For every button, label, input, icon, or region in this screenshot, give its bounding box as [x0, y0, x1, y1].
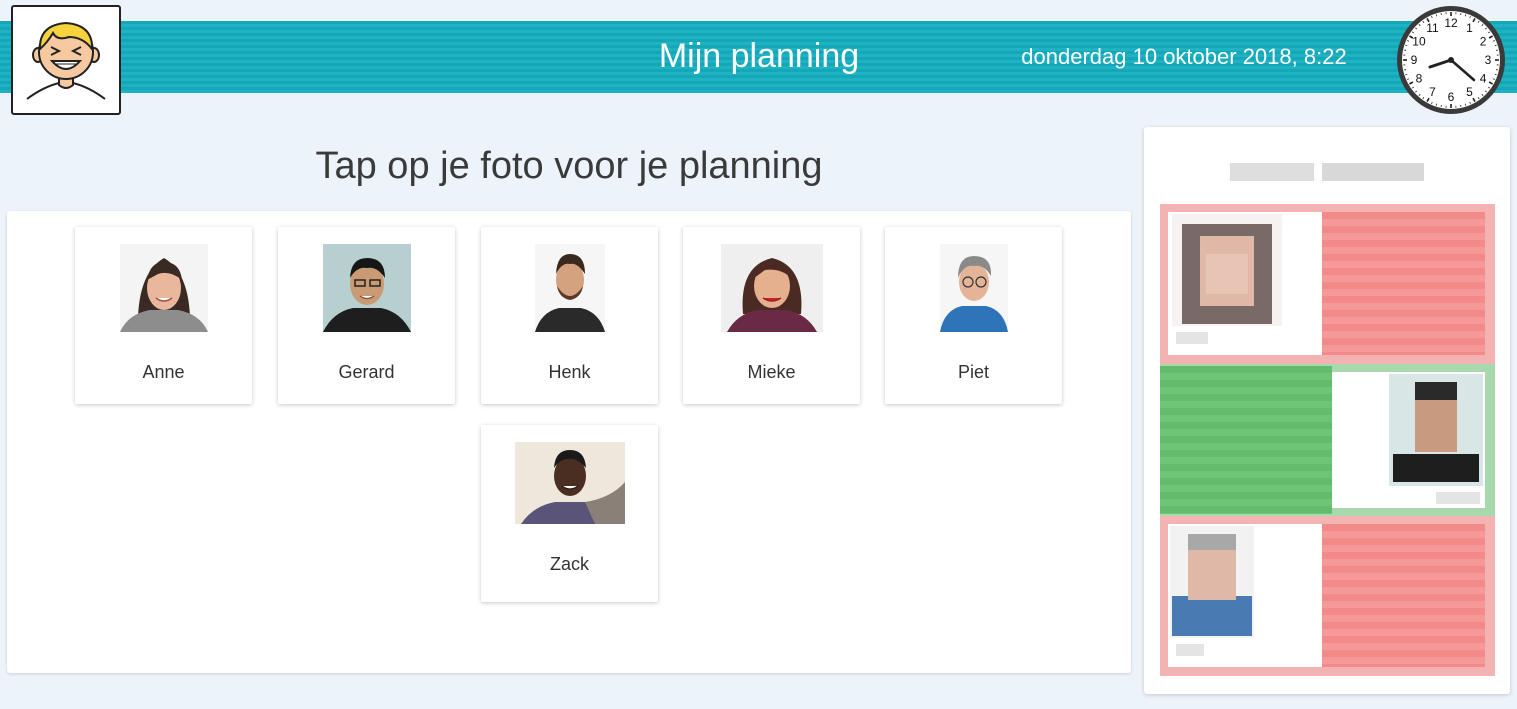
status-indicator-red [1322, 212, 1485, 355]
person-photo [514, 442, 625, 524]
status-row[interactable] [1160, 516, 1495, 676]
person-name: Anne [142, 362, 185, 382]
clock-number: 2 [1480, 35, 1487, 49]
clock-number: 7 [1429, 85, 1436, 99]
status-row-photo-cell [1168, 524, 1322, 667]
smiling-boy-icon [26, 21, 106, 100]
people-panel: Anne Gerard Henk Mieke Piet Zack [7, 211, 1131, 673]
person-card-anne[interactable]: Anne [75, 227, 252, 404]
person-photo [720, 244, 823, 332]
person-name: Gerard [338, 362, 395, 382]
person-photo [534, 244, 605, 332]
person-card-henk[interactable]: Henk [481, 227, 658, 404]
status-panel-title-blurred [1230, 159, 1426, 183]
person-card-piet[interactable]: Piet [885, 227, 1062, 404]
person-name: Zack [549, 554, 589, 574]
blurred-photo [1170, 526, 1254, 638]
person-name: Henk [548, 362, 591, 382]
clock-number: 5 [1466, 85, 1473, 99]
clock-number: 12 [1444, 16, 1458, 30]
clock-number: 8 [1416, 72, 1423, 86]
clock-number: 11 [1426, 21, 1439, 35]
person-photo [119, 244, 208, 332]
current-datetime: donderdag 10 oktober 2018, 8:22 [1021, 44, 1347, 69]
instruction-heading: Tap op je foto voor je planning [315, 145, 823, 187]
status-row[interactable] [1160, 364, 1495, 516]
clock-number: 3 [1485, 53, 1492, 67]
clock-number: 1 [1466, 21, 1473, 35]
status-indicator-red [1322, 524, 1485, 667]
blurred-photo [1172, 214, 1282, 326]
clock-number: 6 [1448, 90, 1455, 104]
person-card-zack[interactable]: Zack [481, 425, 658, 602]
person-name: Piet [957, 362, 990, 382]
status-row[interactable] [1160, 204, 1495, 364]
analog-clock: 12 1 2 3 4 5 6 7 8 9 10 11 [1395, 4, 1507, 116]
blurred-photo [1389, 374, 1483, 486]
person-card-mieke[interactable]: Mieke [683, 227, 860, 404]
person-photo [939, 244, 1008, 332]
person-card-gerard[interactable]: Gerard [278, 227, 455, 404]
clock-number: 10 [1412, 35, 1426, 49]
status-row-photo-cell [1168, 212, 1322, 355]
person-photo [322, 244, 411, 332]
clock-number: 9 [1411, 53, 1418, 67]
user-avatar[interactable] [11, 5, 121, 115]
person-name: Mieke [747, 362, 796, 382]
status-panel [1144, 127, 1510, 694]
page-title: Mijn planning [658, 37, 860, 75]
clock-number: 4 [1480, 72, 1487, 86]
clock-icon: 12 12 3 45678 9 1011 [1397, 6, 1505, 114]
status-indicator-green [1160, 366, 1332, 514]
status-row-photo-cell [1332, 372, 1485, 508]
